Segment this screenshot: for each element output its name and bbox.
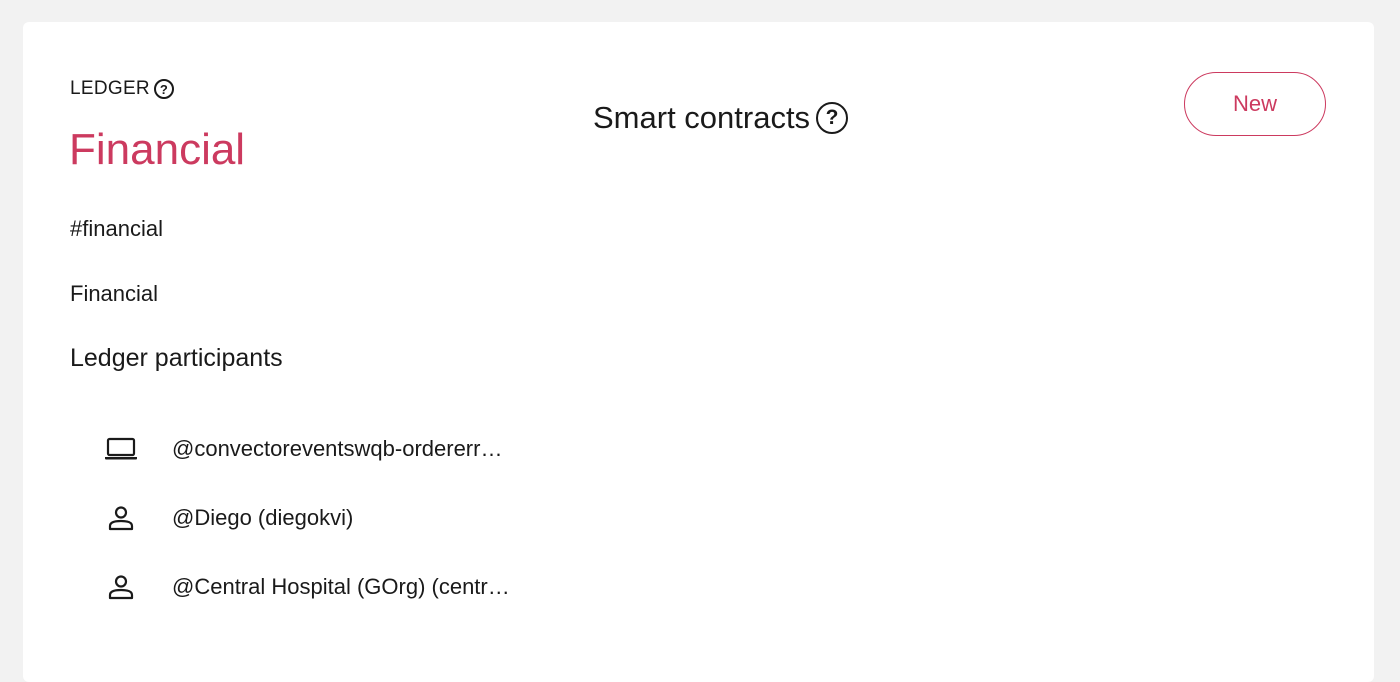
participant-item[interactable]: @Diego (diegokvi) [101,503,571,533]
participant-name: @convectoreventswqb-ordererr… [172,436,503,461]
participant-item[interactable]: @Central Hospital (GOrg) (centr… [101,572,571,602]
participant-name: @Diego (diegokvi) [172,505,354,530]
ledger-label: LEDGER [70,78,150,99]
ledger-card: LEDGER ? Financial #financial Financial … [23,22,1374,682]
smart-contracts-title: Smart contracts [593,100,811,135]
help-icon[interactable]: ? [816,102,849,134]
laptop-icon [101,434,141,464]
ledger-label-row: LEDGER ? [70,78,174,100]
ledger-title: Financial [69,125,246,174]
ledger-hashtag: #financial [70,216,163,241]
participants-heading: Ledger participants [70,344,283,372]
person-icon [101,503,141,533]
ledger-description: Financial [70,281,159,306]
smart-contracts-heading: Smart contracts ? [593,100,849,136]
person-icon [101,572,141,602]
participant-name: @Central Hospital (GOrg) (centr… [172,574,510,599]
new-button[interactable]: New [1184,72,1326,136]
help-icon[interactable]: ? [153,79,174,99]
participant-item[interactable]: @convectoreventswqb-ordererr… [101,434,571,464]
